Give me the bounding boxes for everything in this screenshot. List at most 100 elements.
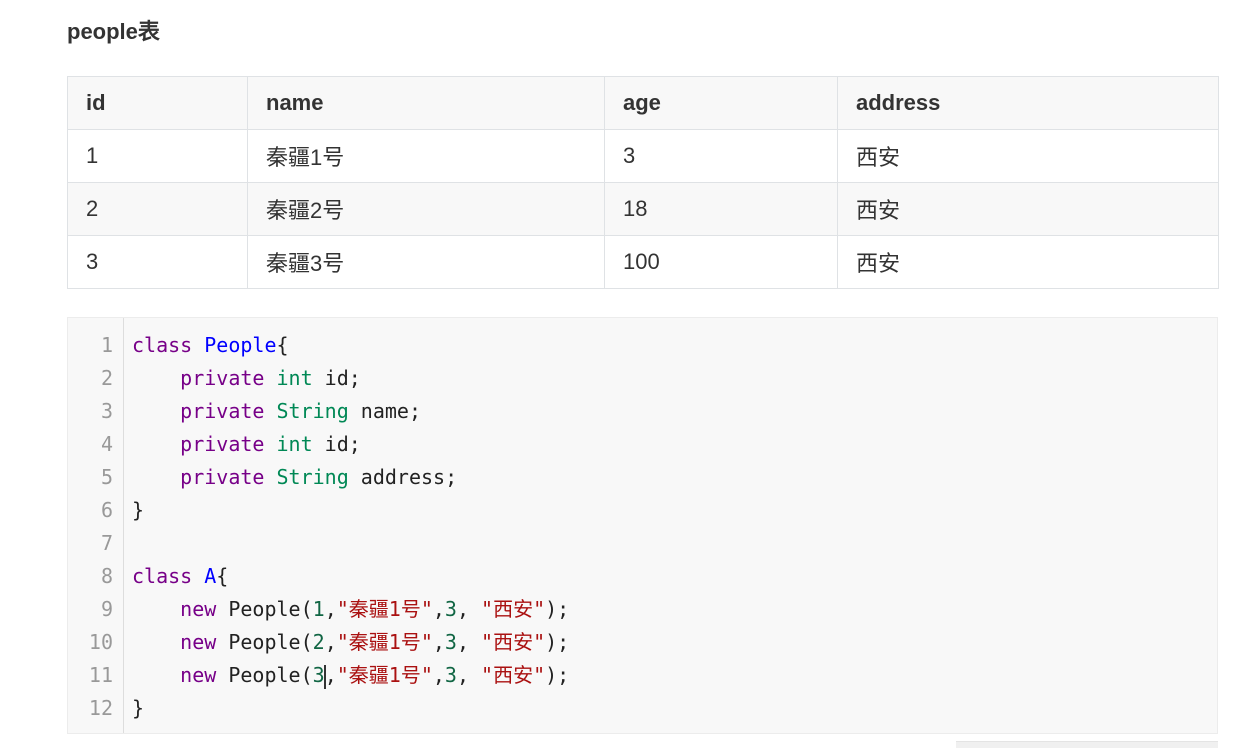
column-header-age: age <box>604 76 838 130</box>
code-token: "西安" <box>481 630 546 654</box>
code-token: private <box>180 399 277 423</box>
code-token: class <box>132 564 205 588</box>
code-line[interactable]: new People(1,"秦疆1号",3, "西安"); <box>132 593 569 626</box>
code-token: ); <box>545 597 570 621</box>
code-line[interactable]: } <box>132 494 569 527</box>
table-cell: 1 <box>67 129 248 183</box>
table-cell: 3 <box>604 129 838 183</box>
code-token: People <box>204 333 277 357</box>
code-token: new <box>180 663 229 687</box>
table-cell: 西安 <box>837 235 1219 289</box>
code-token: address; <box>360 465 458 489</box>
code-line[interactable]: new People(3,"秦疆1号",3, "西安"); <box>132 659 569 692</box>
code-token: String <box>276 465 361 489</box>
code-token: , <box>324 663 337 687</box>
line-number: 11 <box>88 663 113 687</box>
line-number: 12 <box>88 696 113 720</box>
column-header-name: name <box>247 76 605 130</box>
table-cell: 秦疆2号 <box>247 182 605 236</box>
code-token: id; <box>324 366 361 390</box>
code-line[interactable]: private String name; <box>132 395 569 428</box>
line-number-gutter: 1 2 3 4 5 6 7 8 9 10 11 12 <box>68 318 124 733</box>
code-token: } <box>132 498 145 522</box>
table-row: 1 秦疆1号 3 西安 <box>67 129 1219 183</box>
code-token: private <box>180 465 277 489</box>
table-cell: 秦疆1号 <box>247 129 605 183</box>
code-token: "秦疆1号" <box>336 597 433 621</box>
line-number: 9 <box>100 597 113 621</box>
code-token: int <box>276 432 325 456</box>
table-cell: 2 <box>67 182 248 236</box>
code-token: "西安" <box>481 597 546 621</box>
code-line[interactable]: private String address; <box>132 461 569 494</box>
line-number: 7 <box>100 531 113 555</box>
column-header-id: id <box>67 76 248 130</box>
code-token: , <box>456 630 482 654</box>
line-number: 5 <box>100 465 113 489</box>
code-token: new <box>180 630 229 654</box>
code-token: private <box>180 432 277 456</box>
line-number: 2 <box>100 366 113 390</box>
code-line[interactable] <box>132 527 569 560</box>
line-number: 3 <box>100 399 113 423</box>
code-token: name; <box>360 399 422 423</box>
code-line[interactable]: } <box>132 692 569 725</box>
code-token: 3 <box>444 630 457 654</box>
code-token: People( <box>228 597 313 621</box>
code-token: 3 <box>444 597 457 621</box>
people-table: id name age address 1 秦疆1号 3 西安 2 秦疆2号 1… <box>67 76 1219 289</box>
table-cell: 100 <box>604 235 838 289</box>
code-token: "西安" <box>481 663 546 687</box>
code-token: 1 <box>312 597 325 621</box>
code-token: "秦疆1号" <box>336 663 433 687</box>
line-number: 1 <box>100 333 113 357</box>
code-token: , <box>456 663 482 687</box>
code-token: , <box>324 630 337 654</box>
code-token: id; <box>324 432 361 456</box>
code-token: , <box>324 597 337 621</box>
section-heading: people表 <box>67 19 160 44</box>
code-token: A <box>204 564 217 588</box>
code-content[interactable]: class People{ private int id; private St… <box>132 329 569 725</box>
table-row: 3 秦疆3号 100 西安 <box>67 235 1219 289</box>
code-token: 3 <box>444 663 457 687</box>
bottom-scroll-strip <box>956 741 1218 748</box>
column-header-address: address <box>837 76 1219 130</box>
code-token: private <box>180 366 277 390</box>
code-line[interactable]: class A{ <box>132 560 569 593</box>
code-line[interactable]: private int id; <box>132 428 569 461</box>
code-token: { <box>276 333 289 357</box>
line-number: 8 <box>100 564 113 588</box>
line-number: 4 <box>100 432 113 456</box>
code-token: } <box>132 696 145 720</box>
code-token: new <box>180 597 229 621</box>
code-token: { <box>216 564 229 588</box>
table-cell: 西安 <box>837 129 1219 183</box>
code-token: People( <box>228 663 313 687</box>
code-block[interactable]: 1 2 3 4 5 6 7 8 9 10 11 12 class People{ private in… <box>67 317 1218 734</box>
code-token: 2 <box>312 630 325 654</box>
line-number: 10 <box>88 630 113 654</box>
code-token: class <box>132 333 205 357</box>
code-token: ); <box>545 663 570 687</box>
code-token: People( <box>228 630 313 654</box>
code-token: , <box>432 597 445 621</box>
code-token: ); <box>545 630 570 654</box>
code-token: String <box>276 399 361 423</box>
table-cell: 秦疆3号 <box>247 235 605 289</box>
table-cell: 18 <box>604 182 838 236</box>
code-line[interactable]: class People{ <box>132 329 569 362</box>
code-token: , <box>432 630 445 654</box>
table-header-row: id name age address <box>67 76 1219 130</box>
code-line[interactable]: private int id; <box>132 362 569 395</box>
table-cell: 西安 <box>837 182 1219 236</box>
code-line[interactable]: new People(2,"秦疆1号",3, "西安"); <box>132 626 569 659</box>
code-token: "秦疆1号" <box>336 630 433 654</box>
